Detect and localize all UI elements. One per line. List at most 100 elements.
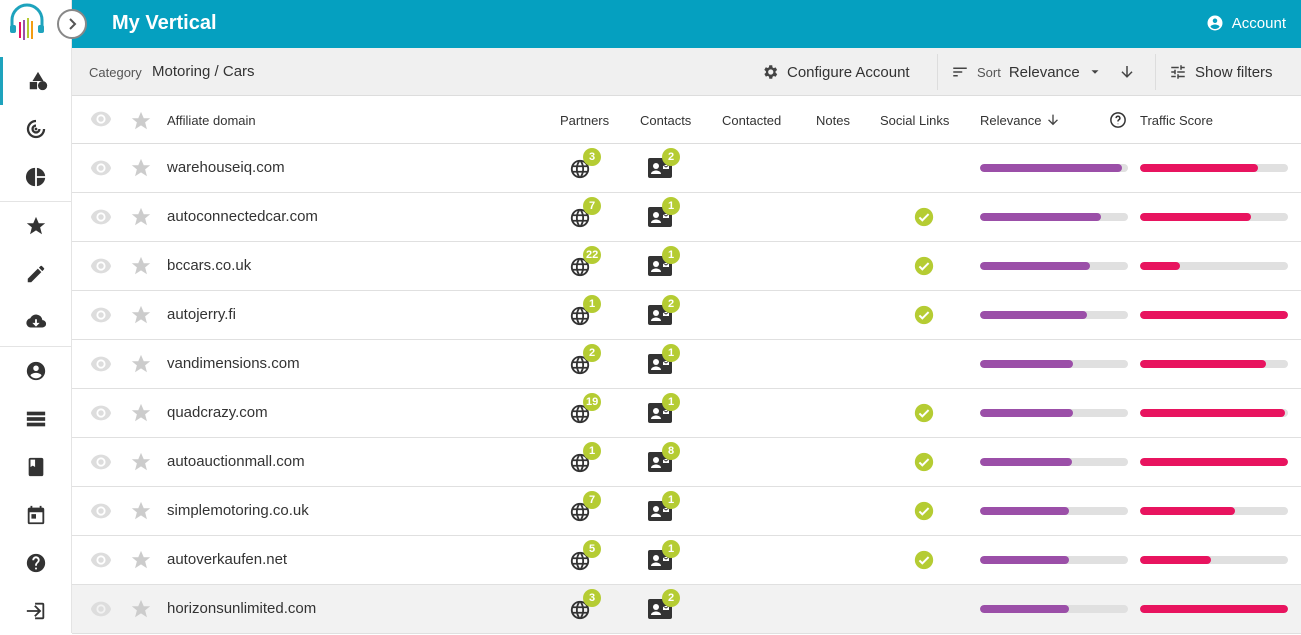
affiliate-domain[interactable]: warehouseiq.com <box>167 159 285 176</box>
table-row[interactable]: quadcrazy.com 19 1 <box>72 389 1301 438</box>
star-icon[interactable] <box>130 206 152 228</box>
traffic-score-bar <box>1140 605 1288 613</box>
category-value[interactable]: Motoring / Cars <box>152 63 255 80</box>
column-header-contacts[interactable]: Contacts <box>640 113 691 128</box>
table-row[interactable]: autoconnectedcar.com 7 1 <box>72 193 1301 242</box>
star-icon[interactable] <box>130 451 152 473</box>
sidebar-item-radar[interactable] <box>0 105 72 153</box>
eye-icon[interactable] <box>90 257 112 275</box>
sidebar-item-discover[interactable] <box>0 57 72 105</box>
sidebar-item-reports[interactable] <box>0 153 72 201</box>
contacts-button[interactable]: 2 <box>648 295 680 327</box>
relevance-bar <box>980 311 1128 319</box>
sidebar-item-download[interactable] <box>0 298 72 346</box>
partners-button[interactable]: 3 <box>569 589 601 621</box>
eye-icon[interactable] <box>90 404 112 422</box>
partners-button[interactable]: 19 <box>569 393 602 425</box>
affiliate-domain[interactable]: quadcrazy.com <box>167 404 268 421</box>
eye-icon[interactable] <box>90 502 112 520</box>
sort-direction-button[interactable] <box>1118 48 1136 96</box>
sidebar-item-calendar[interactable] <box>0 491 72 539</box>
sidebar-item-edit[interactable] <box>0 250 72 298</box>
star-icon[interactable] <box>130 255 152 277</box>
table-row[interactable]: bccars.co.uk 22 1 <box>72 242 1301 291</box>
partners-button[interactable]: 3 <box>569 148 601 180</box>
table-row[interactable]: autoauctionmall.com 1 8 <box>72 438 1301 487</box>
column-header-contacted[interactable]: Contacted <box>722 113 781 128</box>
eye-icon[interactable] <box>90 306 112 324</box>
partners-button[interactable]: 22 <box>569 246 602 278</box>
table-row[interactable]: warehouseiq.com 3 2 <box>72 144 1301 193</box>
star-icon[interactable] <box>130 598 152 620</box>
column-header-social[interactable]: Social Links <box>880 113 949 128</box>
eye-icon[interactable] <box>90 159 112 177</box>
contacts-button[interactable]: 2 <box>648 589 680 621</box>
eye-icon[interactable] <box>90 208 112 226</box>
partners-button[interactable]: 7 <box>569 491 601 523</box>
eye-icon[interactable] <box>90 453 112 471</box>
configure-account-label: Configure Account <box>787 63 910 81</box>
star-icon[interactable] <box>130 500 152 522</box>
column-header-partners[interactable]: Partners <box>560 113 609 128</box>
affiliate-domain[interactable]: simplemotoring.co.uk <box>167 502 309 519</box>
contacts-button[interactable]: 1 <box>648 344 680 376</box>
table-row[interactable]: horizonsunlimited.com 3 2 <box>72 585 1301 634</box>
star-icon[interactable] <box>130 157 152 179</box>
contacts-button[interactable]: 2 <box>648 148 680 180</box>
table-row[interactable]: simplemotoring.co.uk 7 1 <box>72 487 1301 536</box>
sidebar-item-logout[interactable] <box>0 587 72 635</box>
partners-button[interactable]: 1 <box>569 442 601 474</box>
affiliate-domain[interactable]: autoauctionmall.com <box>167 453 305 470</box>
eye-icon[interactable] <box>90 355 112 373</box>
check-circle-icon <box>914 550 934 570</box>
partners-button[interactable]: 2 <box>569 344 601 376</box>
column-header-traffic[interactable]: Traffic Score <box>1140 113 1213 128</box>
partners-count-badge: 7 <box>583 197 601 215</box>
contacts-button[interactable]: 8 <box>648 442 680 474</box>
contacts-button[interactable]: 1 <box>648 540 680 572</box>
star-icon[interactable] <box>130 402 152 424</box>
affiliate-domain[interactable]: autoverkaufen.net <box>167 551 287 568</box>
column-header-notes[interactable]: Notes <box>816 113 850 128</box>
star-icon[interactable] <box>130 549 152 571</box>
configure-account-button[interactable]: Configure Account <box>761 48 910 96</box>
show-filters-button[interactable]: Show filters <box>1169 48 1273 96</box>
partners-button[interactable]: 1 <box>569 295 601 327</box>
column-header-relevance[interactable]: Relevance <box>980 113 1041 128</box>
table-row[interactable]: vandimensions.com 2 1 <box>72 340 1301 389</box>
contacts-count-badge: 8 <box>662 442 680 460</box>
contacts-button[interactable]: 1 <box>648 246 680 278</box>
sidebar-item-lists[interactable] <box>0 395 72 443</box>
column-header-domain[interactable]: Affiliate domain <box>167 113 256 128</box>
partners-count-badge: 19 <box>583 393 602 411</box>
affiliate-domain[interactable]: autoconnectedcar.com <box>167 208 318 225</box>
arrow-down-icon[interactable] <box>1045 112 1061 128</box>
contacts-button[interactable]: 1 <box>648 393 680 425</box>
partners-count-badge: 2 <box>583 344 601 362</box>
sidebar-item-help[interactable] <box>0 539 72 587</box>
sidebar-toggle-button[interactable] <box>57 9 87 39</box>
eye-icon[interactable] <box>90 600 112 618</box>
affiliate-domain[interactable]: horizonsunlimited.com <box>167 600 316 617</box>
sidebar-item-favorites[interactable] <box>0 202 72 250</box>
affiliate-domain[interactable]: vandimensions.com <box>167 355 300 372</box>
star-icon[interactable] <box>130 304 152 326</box>
contacts-button[interactable]: 1 <box>648 491 680 523</box>
sidebar-item-guides[interactable] <box>0 443 72 491</box>
traffic-score-bar <box>1140 262 1288 270</box>
eye-icon[interactable] <box>90 551 112 569</box>
partners-button[interactable]: 7 <box>569 197 601 229</box>
partners-button[interactable]: 5 <box>569 540 601 572</box>
sidebar-item-profile[interactable] <box>0 347 72 395</box>
star-icon[interactable] <box>130 110 152 132</box>
eye-icon[interactable] <box>90 110 112 128</box>
star-icon[interactable] <box>130 353 152 375</box>
sort-select[interactable]: Sort Relevance <box>951 48 1102 96</box>
affiliate-domain[interactable]: bccars.co.uk <box>167 257 251 274</box>
affiliate-domain[interactable]: autojerry.fi <box>167 306 236 323</box>
table-row[interactable]: autoverkaufen.net 5 1 <box>72 536 1301 585</box>
account-menu-button[interactable]: Account <box>1206 14 1286 32</box>
table-row[interactable]: autojerry.fi 1 2 <box>72 291 1301 340</box>
contacts-button[interactable]: 1 <box>648 197 680 229</box>
help-icon[interactable] <box>1109 111 1127 129</box>
